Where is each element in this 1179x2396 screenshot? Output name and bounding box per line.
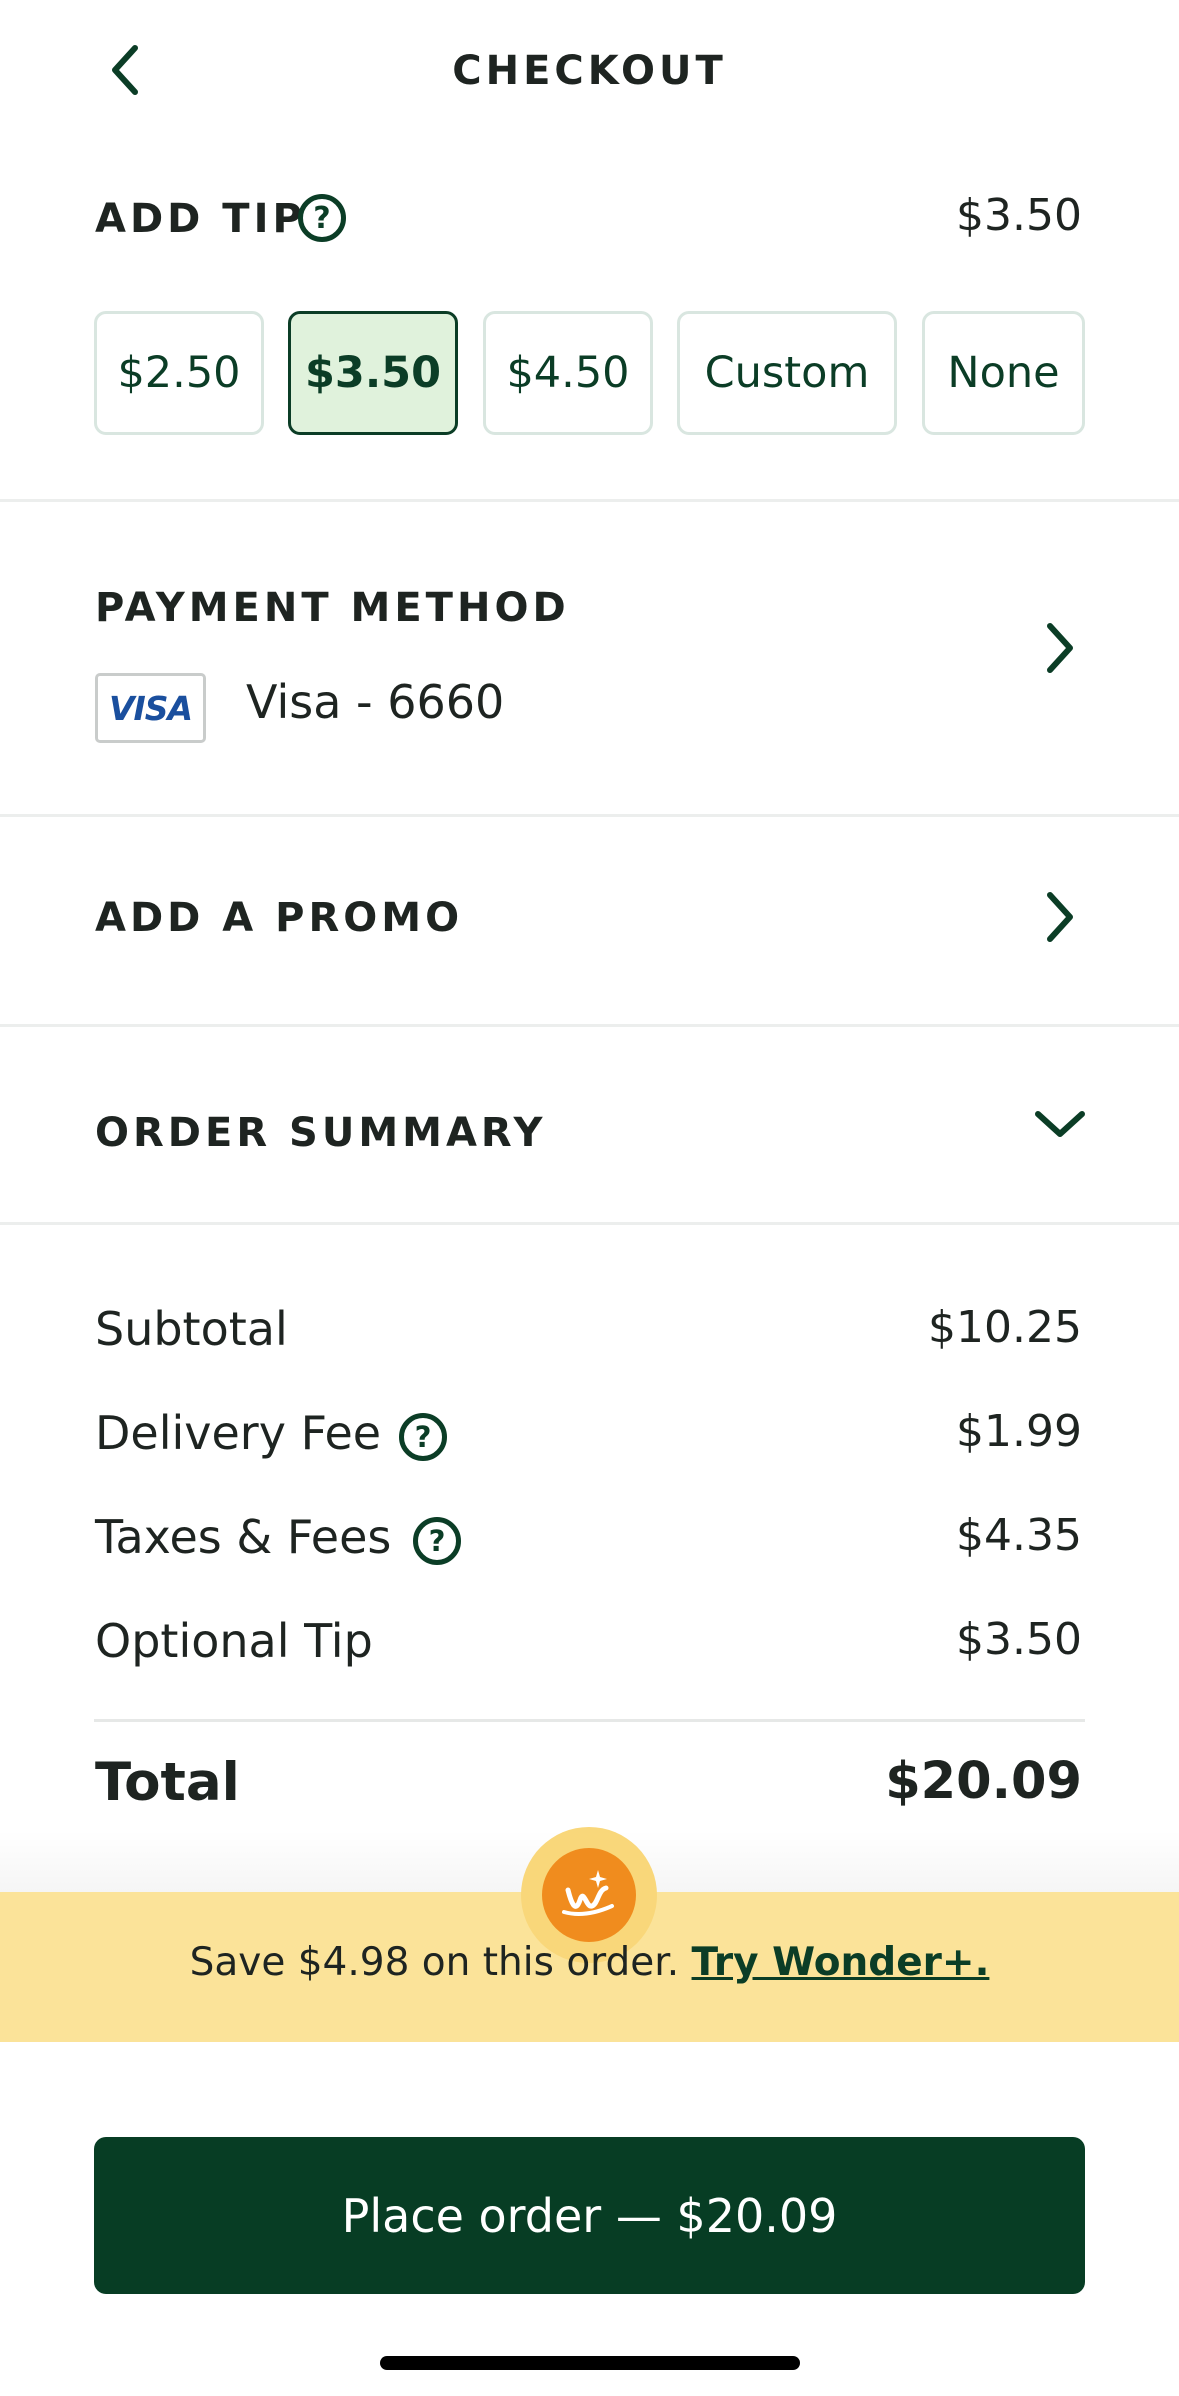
card-label: Visa - 6660 [246, 675, 505, 729]
home-indicator [380, 2356, 800, 2370]
payment-method-heading: PAYMENT METHOD [95, 585, 570, 631]
optional-tip-label: Optional Tip [95, 1614, 373, 1668]
banner-text: Save $4.98 on this order. [189, 1940, 680, 1985]
subtotal-value: $10.25 [928, 1302, 1082, 1353]
tip-help-icon[interactable]: ? [298, 194, 346, 242]
tip-option-450[interactable]: $4.50 [483, 311, 653, 435]
chevron-down-icon[interactable] [1030, 1094, 1090, 1154]
total-divider [94, 1719, 1085, 1722]
tip-option-250[interactable]: $2.50 [94, 311, 264, 435]
page-title: CHECKOUT [452, 48, 727, 94]
total-value: $20.09 [885, 1752, 1082, 1811]
taxes-fees-value: $4.35 [956, 1510, 1082, 1561]
payment-chevron-right-icon[interactable] [1030, 618, 1090, 678]
tip-option-custom[interactable]: Custom [677, 311, 897, 435]
taxes-fees-label: Taxes & Fees [95, 1510, 392, 1564]
place-order-button[interactable]: Place order — $20.09 [94, 2137, 1085, 2294]
delivery-fee-value: $1.99 [956, 1406, 1082, 1457]
subtotal-label: Subtotal [95, 1302, 288, 1356]
order-summary-heading: ORDER SUMMARY [95, 1110, 547, 1156]
try-wonder-plus-link[interactable]: Try Wonder+. [692, 1940, 990, 1985]
total-label: Total [95, 1752, 240, 1813]
promo-chevron-right-icon[interactable] [1030, 887, 1090, 947]
taxes-fees-help-icon[interactable]: ? [413, 1517, 461, 1565]
delivery-fee-help-icon[interactable]: ? [399, 1413, 447, 1461]
add-promo-heading: ADD A PROMO [95, 895, 464, 941]
delivery-fee-label: Delivery Fee [95, 1406, 382, 1460]
visa-brand-label: VISA [108, 688, 193, 728]
payment-method-row[interactable] [0, 502, 1179, 814]
visa-card-icon: VISA [95, 673, 206, 743]
wonder-logo-icon [562, 1870, 614, 1916]
tip-option-none[interactable]: None [922, 311, 1085, 435]
tip-option-350[interactable]: $3.50 [288, 311, 458, 435]
divider [0, 1222, 1179, 1225]
tip-selected-amount: $3.50 [956, 190, 1082, 241]
banner-message: Save $4.98 on this order. Try Wonder+. [0, 1940, 1179, 1985]
place-order-label: Place order — $20.09 [341, 2188, 838, 2243]
add-tip-heading: ADD TIP [95, 196, 306, 242]
optional-tip-value: $3.50 [956, 1614, 1082, 1665]
